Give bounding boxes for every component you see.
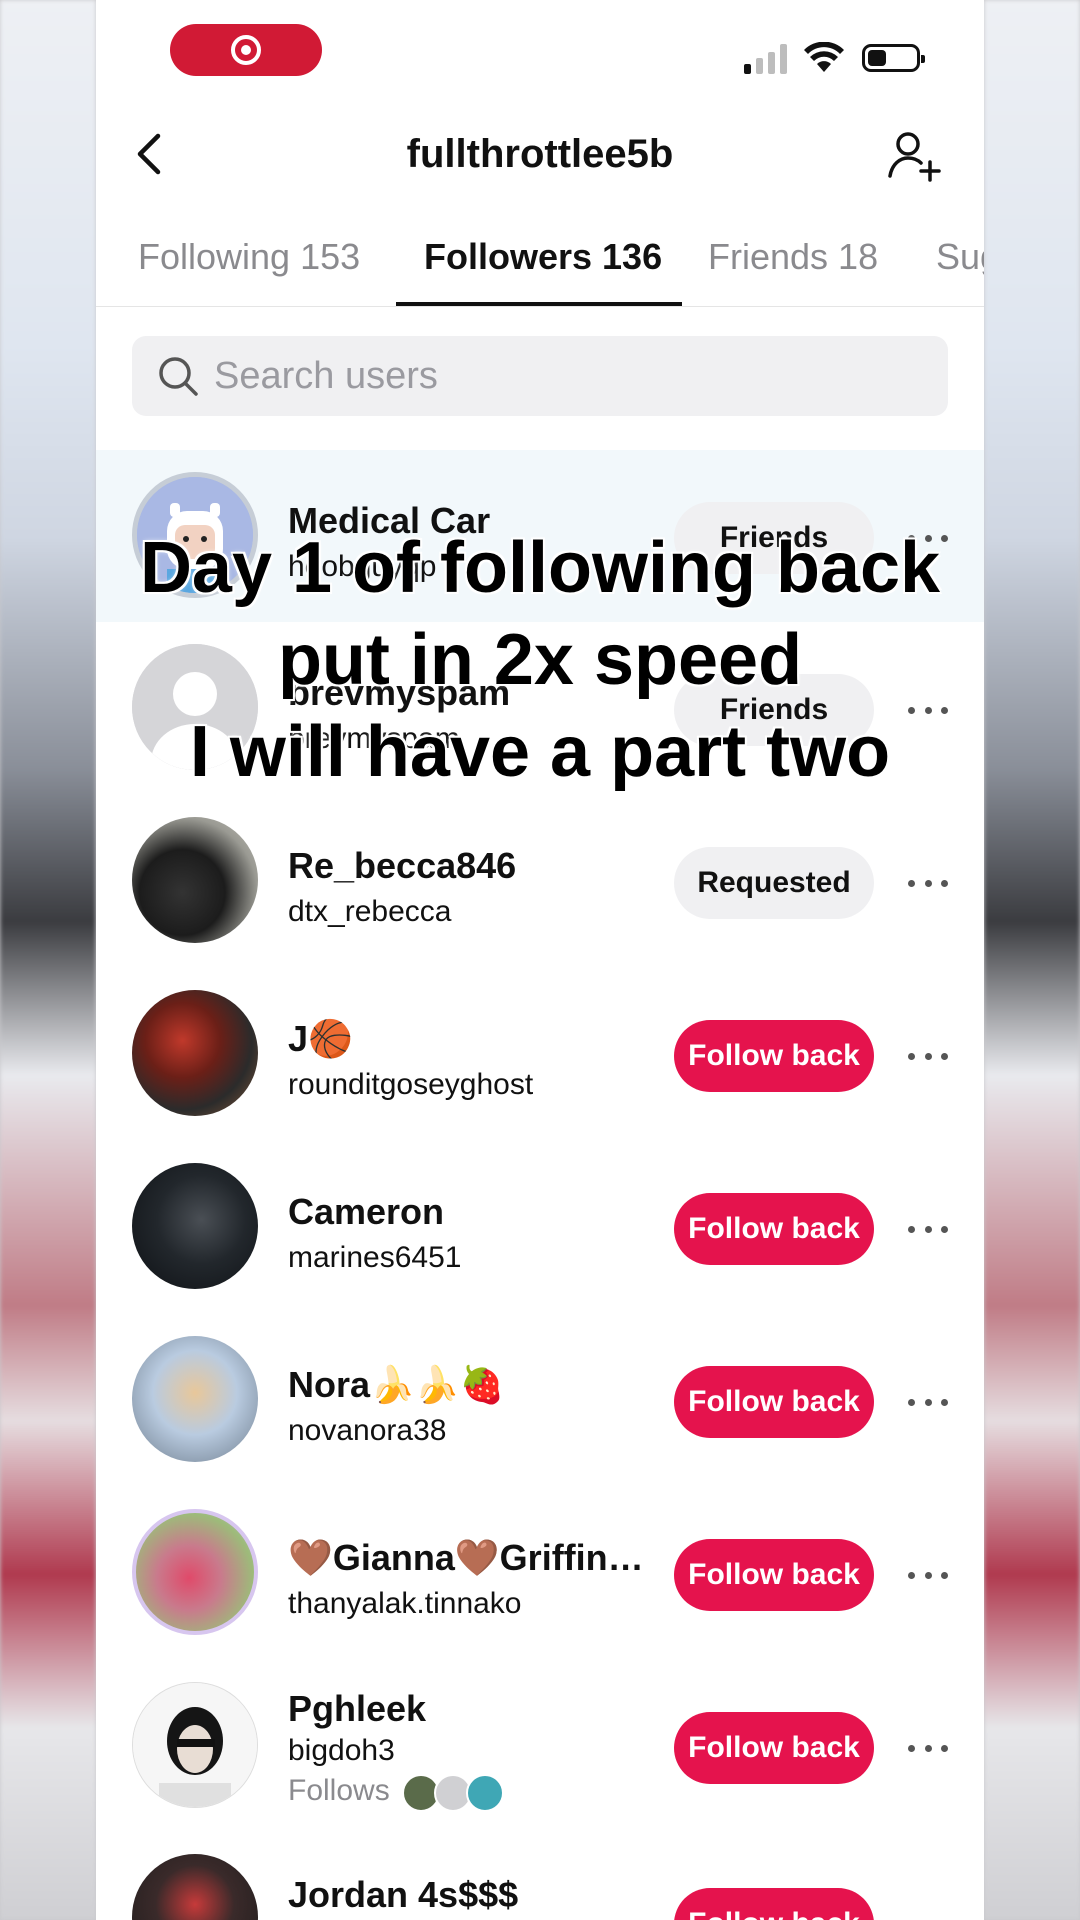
follow-back-button[interactable]: Follow back xyxy=(674,1020,874,1092)
signal-icon xyxy=(744,44,787,74)
tab-followers[interactable]: Followers 136 xyxy=(424,236,662,278)
follower-name: 🤎Gianna🤎Griffin… xyxy=(288,1537,644,1578)
follow-back-button[interactable]: Follow back xyxy=(674,1366,874,1438)
avatar[interactable] xyxy=(132,990,258,1116)
follower-name: brevmyspam xyxy=(288,672,511,713)
follower-handle: hoobguyqp xyxy=(288,550,437,583)
more-options-icon[interactable] xyxy=(908,1392,948,1412)
mutual-avatar xyxy=(466,1774,504,1812)
follower-name: Nora🍌🍌🍓 xyxy=(288,1364,505,1405)
friends-button[interactable]: Friends xyxy=(674,674,874,746)
follower-handle: bigdoh3 xyxy=(288,1734,395,1767)
avatar[interactable] xyxy=(132,1682,258,1808)
follower-name: Jordan 4s$$$ xyxy=(288,1874,519,1915)
follower-handle: thanyalak.tinnako xyxy=(288,1587,522,1620)
page-title: fullthrottlee5b xyxy=(406,132,674,176)
tab-bar: Following 153 Followers 136 Friends 18 S… xyxy=(96,208,984,307)
add-user-icon[interactable] xyxy=(886,128,942,184)
battery-icon xyxy=(862,44,925,72)
follow-back-button[interactable]: Follow back xyxy=(674,1193,874,1265)
follower-handle: dtx_rebecca xyxy=(288,895,452,928)
screen-recording-indicator[interactable] xyxy=(170,24,322,76)
follower-handle: novanora38 xyxy=(288,1414,447,1447)
background-blur-left xyxy=(0,0,96,1920)
follower-name: Pghleek xyxy=(288,1688,427,1729)
more-options-icon[interactable] xyxy=(908,1914,948,1920)
list-item[interactable]: Re_becca846 dtx_rebecca Requested xyxy=(96,795,984,967)
more-options-icon[interactable] xyxy=(908,1046,948,1066)
avatar[interactable] xyxy=(132,472,258,598)
follower-handle: brevmyspam xyxy=(288,722,460,755)
friends-button[interactable]: Friends xyxy=(674,502,874,574)
tab-following[interactable]: Following 153 xyxy=(138,236,360,278)
avatar[interactable] xyxy=(132,644,258,770)
avatar[interactable] xyxy=(132,1854,258,1920)
avatar[interactable] xyxy=(132,1509,258,1635)
more-options-icon[interactable] xyxy=(908,528,948,548)
avatar[interactable] xyxy=(132,1336,258,1462)
list-item[interactable]: Nora🍌🍌🍓 novanora38 Follow back xyxy=(96,1314,984,1486)
follower-name: J🏀 xyxy=(288,1018,353,1059)
wifi-icon xyxy=(804,42,844,72)
record-icon xyxy=(231,35,261,65)
list-item[interactable]: brevmyspam brevmyspam Friends xyxy=(96,622,984,794)
more-options-icon[interactable] xyxy=(908,700,948,720)
search-input[interactable] xyxy=(214,336,914,416)
list-item[interactable]: Jordan 4s$$$ Follow back xyxy=(96,1840,984,1920)
avatar[interactable] xyxy=(132,817,258,943)
follower-name: Re_becca846 xyxy=(288,845,517,886)
list-item[interactable]: 🤎Gianna🤎Griffin… thanyalak.tinnako Follo… xyxy=(96,1487,984,1659)
more-options-icon[interactable] xyxy=(908,1738,948,1758)
search-bar xyxy=(132,336,948,416)
follower-name: Medical Car xyxy=(288,500,491,541)
requested-button[interactable]: Requested xyxy=(674,847,874,919)
more-options-icon[interactable] xyxy=(908,1219,948,1239)
follower-handle: marines6451 xyxy=(288,1241,462,1274)
list-item[interactable]: Cameron marines6451 Follow back xyxy=(96,1141,984,1313)
profile-header: fullthrottlee5b xyxy=(96,110,984,200)
tab-suggested[interactable]: Sug xyxy=(936,236,984,278)
follower-name: Cameron xyxy=(288,1191,445,1232)
follow-back-button[interactable]: Follow back xyxy=(674,1539,874,1611)
list-item[interactable]: Medical Car hoobguyqp Friends xyxy=(96,450,984,622)
list-item[interactable]: J🏀 rounditgoseyghost Follow back xyxy=(96,968,984,1140)
tab-friends[interactable]: Friends 18 xyxy=(708,236,878,278)
phone-screen: fullthrottlee5b Following 153 Followers … xyxy=(96,0,984,1920)
status-bar xyxy=(96,0,984,100)
avatar[interactable] xyxy=(132,1163,258,1289)
follower-handle: rounditgoseyghost xyxy=(288,1068,534,1101)
list-item[interactable]: Pghleek bigdoh3 Follows Follow back xyxy=(96,1660,984,1850)
mutual-follows-label: Follows xyxy=(288,1774,390,1807)
search-icon xyxy=(159,357,198,396)
background-blur-right xyxy=(984,0,1080,1920)
follow-back-button[interactable]: Follow back xyxy=(674,1712,874,1784)
more-options-icon[interactable] xyxy=(908,1565,948,1585)
follow-back-button[interactable]: Follow back xyxy=(674,1888,874,1920)
more-options-icon[interactable] xyxy=(908,873,948,893)
active-tab-indicator xyxy=(396,302,682,306)
